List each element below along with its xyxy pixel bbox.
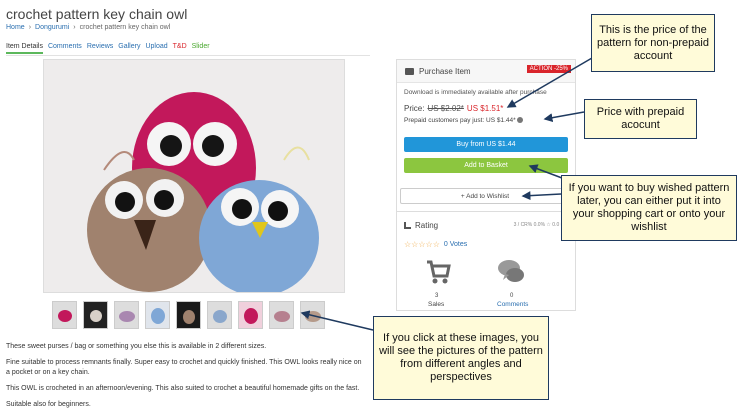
arrow-to-thumbnails (300, 310, 374, 331)
callout-price-prepaid: Price with prepaid acocunt (584, 99, 697, 139)
callout-thumbnails: If you click at these images, you will s… (373, 316, 549, 400)
arrow-to-basket (528, 164, 563, 179)
arrow-to-price (506, 57, 593, 108)
callout-wishlist: If you want to buy wished pattern later,… (561, 175, 737, 241)
arrow-to-wishlist (521, 191, 562, 201)
arrow-to-prepaid-price (543, 111, 585, 123)
callout-price-non-prepaid: This is the price of the pattern for non… (591, 14, 715, 72)
